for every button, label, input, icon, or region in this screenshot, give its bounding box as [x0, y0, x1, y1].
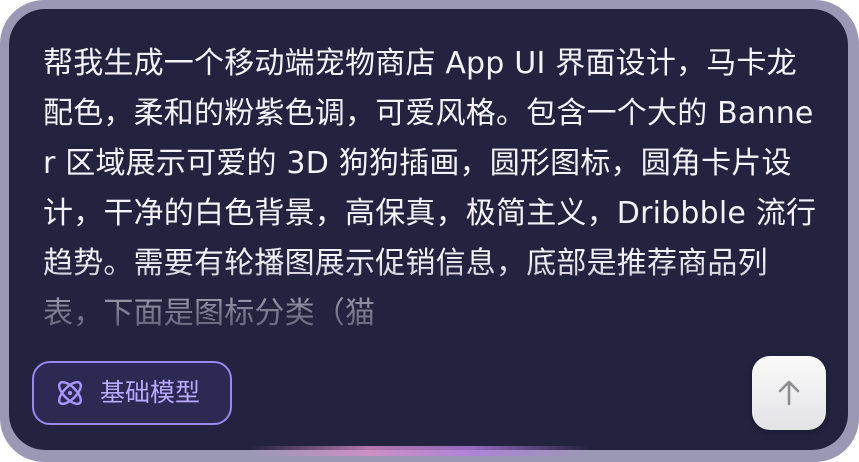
atom-icon	[52, 375, 88, 411]
arrow-up-icon	[778, 380, 800, 406]
prompt-composer: 帮我生成一个移动端宠物商店 App UI 界面设计，马卡龙配色，柔和的粉紫色调，…	[9, 9, 848, 450]
prompt-input[interactable]: 帮我生成一个移动端宠物商店 App UI 界面设计，马卡龙配色，柔和的粉紫色调，…	[43, 39, 823, 359]
send-button[interactable]	[752, 356, 826, 430]
model-selector-label: 基础模型	[100, 378, 201, 407]
bottom-glow	[250, 446, 590, 456]
model-selector-button[interactable]: 基础模型	[32, 361, 232, 425]
